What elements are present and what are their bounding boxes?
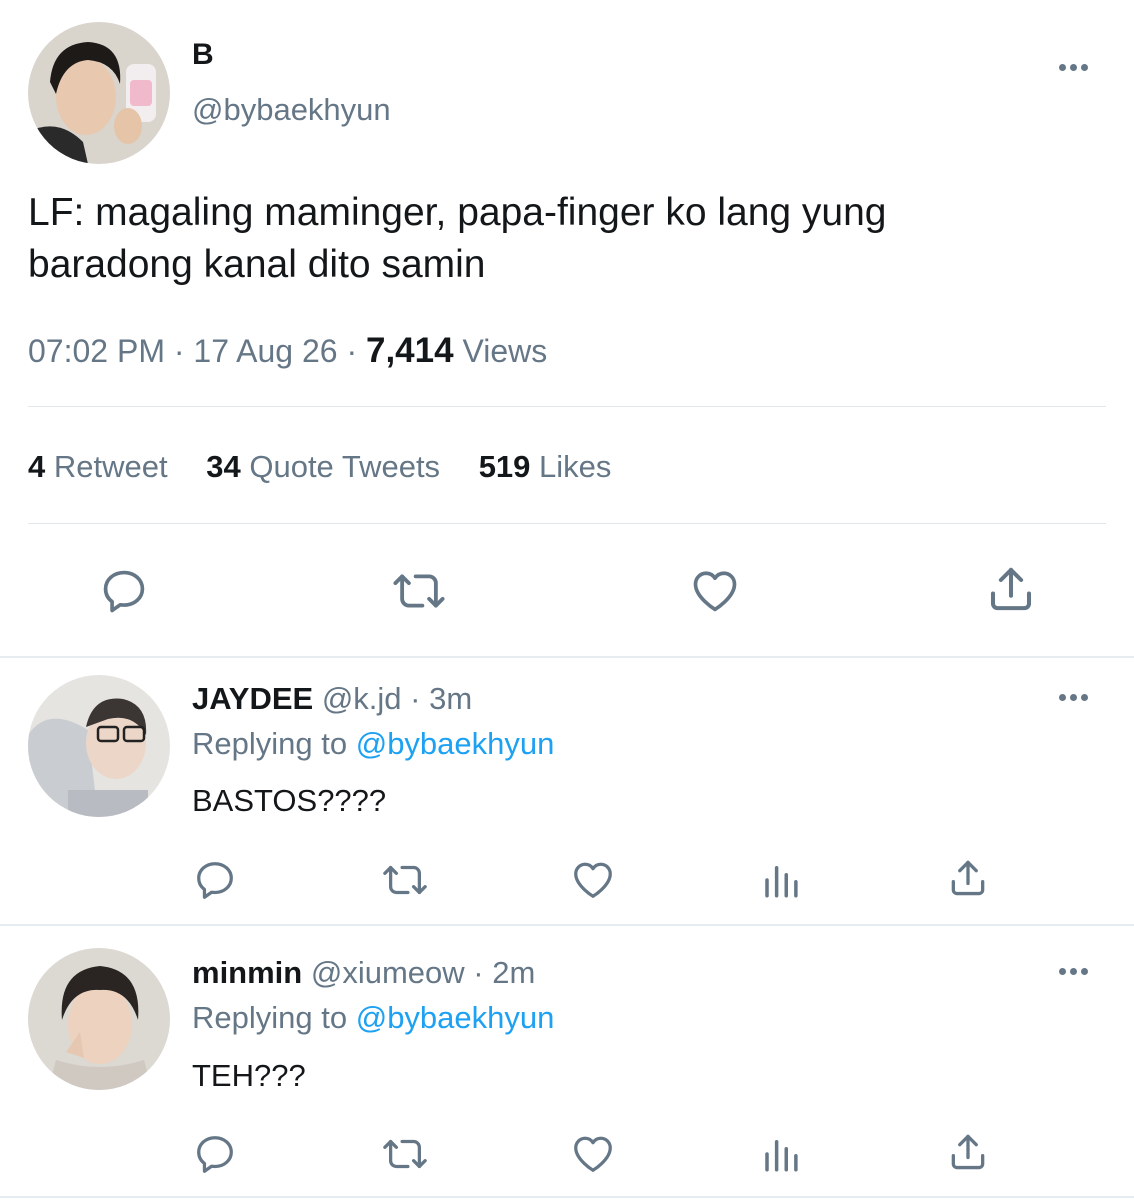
reply-handle[interactable]: @k.jd xyxy=(322,681,402,716)
reply-icon[interactable] xyxy=(98,565,150,617)
meta-separator: · xyxy=(346,333,358,369)
retweet-icon[interactable] xyxy=(378,1131,432,1177)
retweets-label: Retweet xyxy=(53,449,168,484)
retweets-count: 4 xyxy=(28,449,46,484)
divider xyxy=(28,523,1106,524)
section-divider xyxy=(0,656,1134,658)
retweet-icon[interactable] xyxy=(389,564,449,618)
tweet-time[interactable]: 07:02 PM xyxy=(28,333,165,369)
views-count: 7,414 xyxy=(365,331,454,370)
section-divider xyxy=(0,1196,1134,1198)
section-divider xyxy=(0,924,1134,926)
like-icon[interactable] xyxy=(570,1131,616,1177)
reply-time[interactable]: · 3m xyxy=(410,681,472,716)
tweet-text-line-1: LF: magaling maminger, papa-finger ko la… xyxy=(28,191,887,234)
retweet-icon[interactable] xyxy=(378,857,432,903)
like-icon[interactable] xyxy=(570,857,616,903)
reply-display-name[interactable]: minmin xyxy=(192,955,302,990)
reply-header: minmin @xiumeow · 2m xyxy=(192,955,535,991)
replying-to: Replying to @bybaekhyun xyxy=(192,1000,554,1036)
reply-text: TEH??? xyxy=(192,1058,306,1093)
author-handle[interactable]: @bybaekhyun xyxy=(192,92,391,128)
share-icon[interactable] xyxy=(946,856,990,900)
quotes-label: Quote Tweets xyxy=(249,449,441,484)
replying-handle-link[interactable]: @bybaekhyun xyxy=(356,726,555,761)
author-display-name[interactable]: B xyxy=(192,38,214,72)
share-icon[interactable] xyxy=(946,1130,990,1174)
replying-handle-link[interactable]: @bybaekhyun xyxy=(356,1000,555,1035)
reply-handle[interactable]: @xiumeow xyxy=(311,955,465,990)
reply-avatar[interactable] xyxy=(28,948,170,1090)
retweets-stat[interactable]: 4 Retweet xyxy=(28,449,176,484)
divider xyxy=(28,406,1106,407)
tweet-meta: 07:02 PM · 17 Aug 26 · 7,414 Views xyxy=(28,331,547,371)
author-avatar[interactable] xyxy=(28,22,170,164)
reply-display-name[interactable]: JAYDEE xyxy=(192,681,313,716)
reply-icon[interactable] xyxy=(192,857,238,903)
reply-header: JAYDEE @k.jd · 3m xyxy=(192,681,472,717)
likes-stat[interactable]: 519 Likes xyxy=(479,449,612,484)
more-icon[interactable] xyxy=(1059,64,1088,71)
likes-label: Likes xyxy=(539,449,612,484)
analytics-icon[interactable] xyxy=(760,859,802,901)
likes-count: 519 xyxy=(478,449,531,484)
views-label: Views xyxy=(462,333,548,369)
analytics-icon[interactable] xyxy=(760,1133,802,1175)
tweet-date[interactable]: 17 Aug 26 xyxy=(193,333,337,369)
replying-to: Replying to @bybaekhyun xyxy=(192,726,554,762)
quotes-count: 34 xyxy=(206,449,241,484)
tweet-text-line-2: baradong kanal dito samin xyxy=(28,243,486,286)
more-icon[interactable] xyxy=(1059,968,1088,975)
like-icon[interactable] xyxy=(688,565,742,617)
replying-prefix: Replying to xyxy=(192,1000,348,1035)
share-icon[interactable] xyxy=(984,562,1038,616)
meta-separator: · xyxy=(173,333,185,369)
tweet-stats: 4 Retweet 34 Quote Tweets 519 Likes xyxy=(28,449,611,485)
more-icon[interactable] xyxy=(1059,694,1088,701)
reply-time[interactable]: · 2m xyxy=(473,955,535,990)
replying-prefix: Replying to xyxy=(192,726,348,761)
quotes-stat[interactable]: 34 Quote Tweets xyxy=(206,449,448,484)
reply-text: BASTOS???? xyxy=(192,783,387,818)
reply-avatar[interactable] xyxy=(28,675,170,817)
reply-icon[interactable] xyxy=(192,1131,238,1177)
